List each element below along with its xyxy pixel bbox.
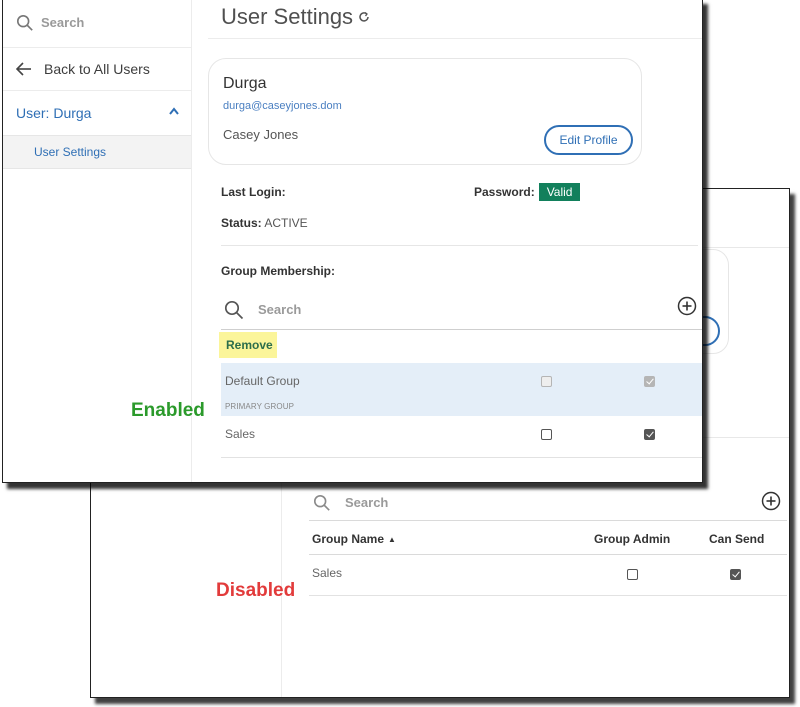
- back-to-all-users-link[interactable]: Back to All Users: [3, 48, 191, 91]
- group-name-cell: Sales: [312, 566, 343, 580]
- group-admin-checkbox[interactable]: [541, 376, 552, 387]
- group-search-placeholder[interactable]: Search: [258, 302, 301, 317]
- password-field: Password: Valid: [474, 183, 581, 201]
- group-search-placeholder[interactable]: Search: [345, 495, 388, 510]
- sidebar-search[interactable]: Search: [3, 0, 191, 48]
- password-label: Password:: [474, 185, 535, 199]
- can-send-checkbox[interactable]: [644, 429, 655, 440]
- status-label: Status:: [221, 216, 262, 230]
- remove-button[interactable]: Remove: [219, 332, 277, 358]
- group-name-cell: Default Group: [225, 374, 300, 388]
- chevron-up-icon[interactable]: [169, 107, 179, 115]
- search-icon: [16, 14, 33, 31]
- search-icon: [224, 300, 244, 319]
- group-search-bar[interactable]: Search: [221, 290, 702, 330]
- user-settings-label: User Settings: [34, 145, 107, 159]
- enabled-state-window: Search Back to All Users User: Durga Use…: [2, 0, 703, 483]
- group-admin-checkbox[interactable]: [541, 429, 552, 440]
- enabled-annotation-label: Enabled: [131, 400, 205, 421]
- group-table-header: Group Name ▲ Group Admin Can Send: [309, 523, 787, 555]
- table-row[interactable]: Sales: [309, 556, 787, 596]
- arrow-left-icon: [16, 62, 31, 76]
- can-send-checkbox[interactable]: [644, 376, 655, 387]
- edit-profile-button[interactable]: Edit Profile: [544, 125, 633, 155]
- group-name-cell: Sales: [225, 427, 256, 441]
- add-circle-icon[interactable]: [677, 296, 697, 316]
- column-group-name[interactable]: Group Name ▲: [312, 532, 396, 546]
- profile-organization: Casey Jones: [223, 127, 299, 142]
- profile-email[interactable]: durga@caseyjones.dom: [223, 100, 342, 112]
- search-icon: [313, 494, 330, 511]
- main-content: User Settings Durga durga@caseyjones.dom…: [208, 0, 702, 482]
- group-membership-heading: Group Membership:: [221, 264, 336, 278]
- password-status-badge: Valid: [538, 183, 581, 201]
- column-group-admin[interactable]: Group Admin: [594, 532, 670, 546]
- column-can-send[interactable]: Can Send: [709, 532, 764, 546]
- sidebar-search-placeholder[interactable]: Search: [41, 15, 84, 30]
- profile-name: Durga: [223, 75, 267, 92]
- page-title: User Settings: [221, 4, 370, 30]
- add-circle-icon[interactable]: [761, 491, 781, 511]
- status-value: ACTIVE: [264, 216, 308, 230]
- table-row[interactable]: Sales: [221, 416, 702, 458]
- status-field: Status: ACTIVE: [221, 216, 308, 230]
- sidebar-item-user[interactable]: User: Durga: [3, 91, 191, 135]
- refresh-icon[interactable]: [358, 11, 370, 23]
- user-section-label: User: Durga: [16, 105, 92, 121]
- group-search-bar[interactable]: Search: [309, 485, 787, 521]
- table-row[interactable]: Default Group PRIMARY GROUP: [221, 363, 702, 416]
- sidebar-item-user-settings[interactable]: User Settings: [3, 135, 191, 169]
- title-divider: [208, 38, 702, 39]
- profile-card: Durga durga@caseyjones.dom Casey Jones E…: [208, 58, 642, 165]
- primary-group-tag: PRIMARY GROUP: [225, 402, 295, 411]
- group-admin-checkbox[interactable]: [627, 569, 638, 580]
- last-login-label: Last Login:: [221, 185, 286, 199]
- section-divider: [221, 245, 698, 246]
- back-link-label: Back to All Users: [44, 61, 150, 77]
- can-send-checkbox[interactable]: [730, 569, 741, 580]
- sort-ascending-icon[interactable]: ▲: [388, 535, 396, 544]
- disabled-annotation-label: Disabled: [216, 580, 296, 601]
